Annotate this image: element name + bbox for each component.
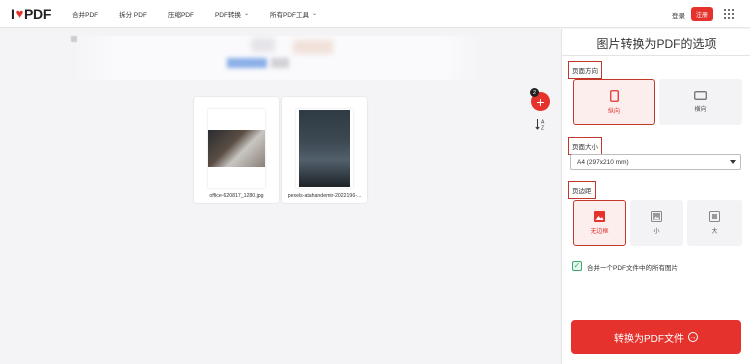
page-size-label: 页面大小 <box>568 137 602 155</box>
logo-text: PDF <box>24 5 52 22</box>
main-nav: 合并PDF 拆分 PDF 压缩PDF PDF转换 ⌄ 所有PDF工具 ⌄ <box>72 9 338 19</box>
small-margin-image-icon <box>651 211 662 222</box>
file-workspace: office-620817_1280.jpg pexels-atahandemi… <box>0 29 561 364</box>
sort-az-icon: A Z <box>534 119 545 132</box>
apps-menu-icon[interactable] <box>724 9 734 19</box>
file-count-badge: 2 <box>530 88 539 97</box>
margin-none-label: 无边框 <box>590 229 609 235</box>
margin-label: 页边距 <box>568 181 596 199</box>
svg-text:Z: Z <box>541 126 544 132</box>
large-margin-image-icon <box>709 211 720 222</box>
orientation-landscape-label: 横向 <box>694 107 707 113</box>
chevron-down-icon: ⌄ <box>311 11 317 17</box>
chevron-down-icon: ⌄ <box>243 11 249 17</box>
margin-large-label: 大 <box>711 229 718 235</box>
merge-images-checkbox[interactable]: ✓ <box>572 261 582 271</box>
login-link[interactable]: 登录 <box>672 10 685 20</box>
file-name: office-620817_1280.jpg <box>209 193 264 199</box>
file-name: pexels-atahandemir-2022196-... <box>287 193 362 199</box>
plus-icon: + <box>536 93 545 110</box>
ad-banner <box>71 36 485 80</box>
convert-to-pdf-button[interactable]: 转换为PDF文件 → <box>571 320 741 354</box>
file-card[interactable]: office-620817_1280.jpg <box>194 97 279 203</box>
nav-convert-pdf[interactable]: PDF转换 ⌄ <box>215 9 249 19</box>
convert-label: 转换为PDF文件 <box>614 333 684 345</box>
heart-icon: ♥ <box>15 6 24 21</box>
no-margin-image-icon <box>594 211 605 222</box>
checkmark-icon: ✓ <box>573 261 581 270</box>
orientation-landscape-option[interactable]: 横向 <box>659 79 742 125</box>
nav-merge-pdf[interactable]: 合并PDF <box>72 9 98 19</box>
divider <box>562 55 750 56</box>
panel-title: 图片转换为PDF的选项 <box>596 37 717 51</box>
caret-down-icon <box>730 160 736 164</box>
arrow-right-circle-icon: → <box>688 332 698 342</box>
portrait-page-icon <box>609 89 619 102</box>
top-navigation-bar: I ♥ PDF 合并PDF 拆分 PDF 压缩PDF PDF转换 ⌄ 所有PDF工… <box>0 0 750 28</box>
page-size-value: A4 (297x210 mm) <box>577 158 629 166</box>
sort-button[interactable]: A Z <box>533 117 548 132</box>
nav-all-pdf-tools[interactable]: 所有PDF工具 ⌄ <box>270 9 317 19</box>
logo-letter: I <box>11 5 15 22</box>
margin-large-option[interactable]: 大 <box>687 200 742 246</box>
image-preview <box>208 130 265 167</box>
merge-images-label: 合并一个PDF文件中的所有图片 <box>587 265 678 272</box>
image-preview <box>299 110 350 187</box>
ilovepdf-logo[interactable]: I ♥ PDF <box>11 6 51 22</box>
margin-small-label: 小 <box>653 229 660 235</box>
nav-split-pdf[interactable]: 拆分 PDF <box>119 9 147 19</box>
file-card[interactable]: pexels-atahandemir-2022196-... <box>282 97 367 203</box>
file-thumbnail <box>208 109 265 188</box>
file-thumbnail <box>296 109 353 188</box>
orientation-label: 页面方向 <box>568 61 602 79</box>
landscape-page-icon <box>694 91 707 100</box>
register-button[interactable]: 注册 <box>691 7 713 21</box>
orientation-portrait-label: 纵向 <box>607 108 620 115</box>
margin-small-option[interactable]: 小 <box>630 200 683 246</box>
options-panel: 图片转换为PDF的选项 页面方向 纵向 横向 页面大小 A4 (297x210 … <box>561 29 750 364</box>
page-size-select[interactable]: A4 (297x210 mm) <box>570 154 741 170</box>
orientation-portrait-option[interactable]: 纵向 <box>573 79 655 125</box>
margin-none-option[interactable]: 无边框 <box>573 200 626 246</box>
nav-compress-pdf[interactable]: 压缩PDF <box>168 9 194 19</box>
